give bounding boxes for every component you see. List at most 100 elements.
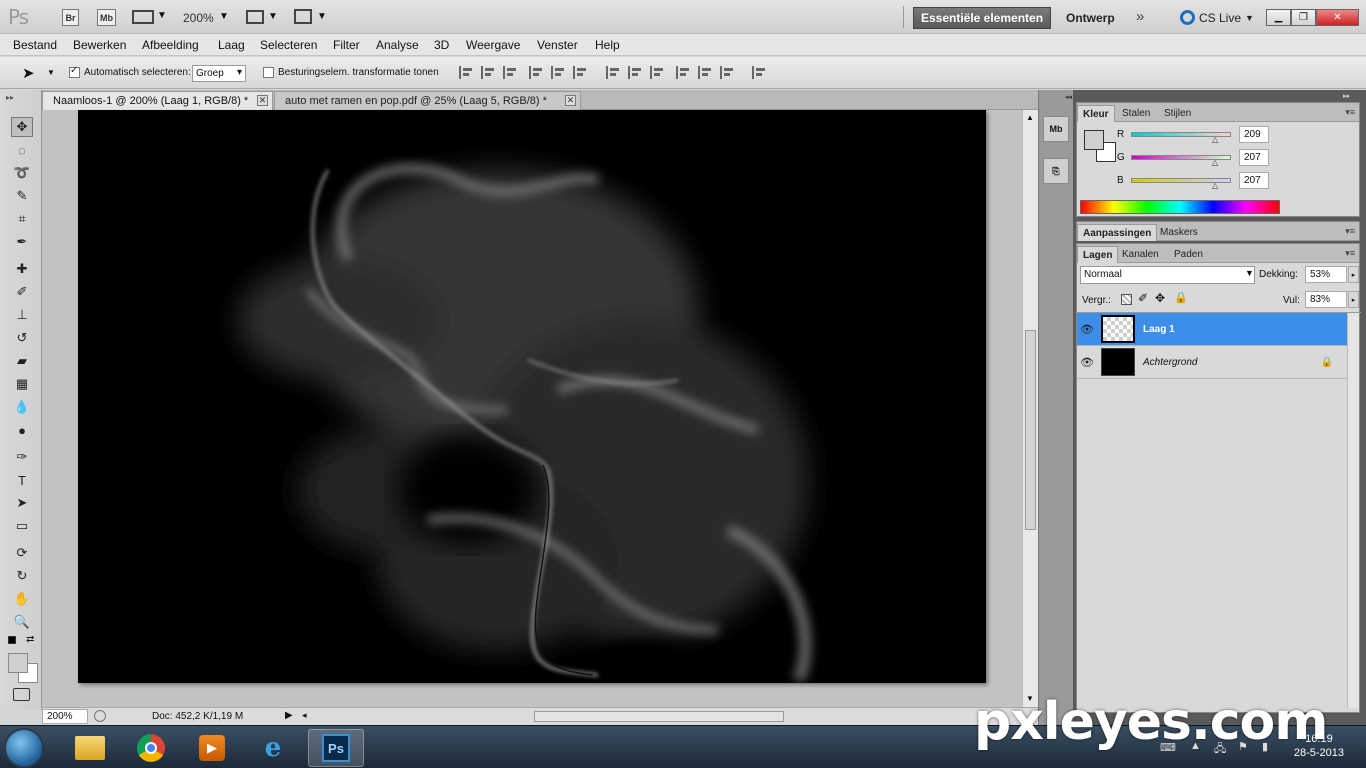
distribute-vcenter-icon[interactable]	[628, 66, 643, 79]
quick-mask-icon[interactable]	[13, 688, 30, 701]
auto-select-dropdown[interactable]: Groep	[192, 65, 246, 82]
mini-bridge-panel-button[interactable]: Mb	[1043, 116, 1069, 142]
brush-tool-icon[interactable]: ✐	[11, 282, 33, 302]
chevron-down-icon[interactable]: ▼	[47, 68, 55, 77]
scroll-thumb[interactable]	[1025, 330, 1036, 530]
chevron-down-icon[interactable]: ▼	[157, 10, 167, 21]
dodge-tool-icon[interactable]: ●	[11, 420, 33, 440]
zoom-field[interactable]: 200%	[42, 709, 88, 724]
explorer-taskbar-icon[interactable]	[62, 729, 118, 767]
layer-row-laag-1[interactable]: 👁 Laag 1	[1077, 313, 1347, 346]
fill-field[interactable]: 83%	[1305, 291, 1347, 308]
auto-select-checkbox[interactable]	[69, 65, 80, 78]
view-extras-icon[interactable]	[132, 10, 154, 24]
align-left-icon[interactable]	[529, 66, 544, 79]
status-info-icon[interactable]	[94, 710, 106, 722]
menu-filter[interactable]: Filter	[333, 38, 360, 52]
collapse-icon[interactable]: ▸▸	[6, 93, 14, 102]
menu-file[interactable]: Bestand	[13, 38, 57, 52]
ie-taskbar-icon[interactable]: e	[245, 729, 301, 767]
lock-all-icon[interactable]: 🔒	[1174, 291, 1188, 304]
tab-naamloos-1[interactable]: Naamloos-1 @ 200% (Laag 1, RGB/8) * ✕	[42, 91, 273, 110]
blend-mode-select[interactable]: Normaal	[1080, 266, 1255, 284]
lock-pixels-icon[interactable]: ✐	[1138, 291, 1148, 305]
opacity-field[interactable]: 53%	[1305, 266, 1347, 283]
layer-row-achtergrond[interactable]: 👁 Achtergrond 🔒	[1077, 346, 1347, 379]
panel-menu-icon[interactable]: ▾≡	[1345, 248, 1355, 259]
close-icon[interactable]: ✕	[257, 95, 268, 106]
quick-selection-tool-icon[interactable]: ✎	[11, 186, 33, 206]
history-brush-tool-icon[interactable]: ↺	[11, 328, 33, 348]
scroll-left-icon[interactable]: ◂	[302, 710, 307, 721]
workspace-design-button[interactable]: Ontwerp	[1066, 11, 1115, 25]
blur-tool-icon[interactable]: 💧	[11, 397, 33, 417]
menu-edit[interactable]: Bewerken	[73, 38, 126, 52]
menu-3d[interactable]: 3D	[434, 38, 449, 52]
tab-paden[interactable]: Paden	[1169, 246, 1208, 263]
color-spectrum[interactable]	[1080, 200, 1280, 214]
mini-bridge-button[interactable]: Mb	[97, 9, 116, 26]
color-fg-swatch[interactable]	[1084, 130, 1104, 150]
chrome-taskbar-icon[interactable]	[123, 729, 179, 767]
distribute-top-icon[interactable]	[606, 66, 621, 79]
menu-analysis[interactable]: Analyse	[376, 38, 419, 52]
transform-controls-checkbox[interactable]	[263, 67, 274, 78]
history-panel-icon[interactable]: ⎘	[1043, 158, 1069, 184]
workspace-essentials-button[interactable]: Essentiële elementen	[913, 7, 1051, 29]
tab-lagen[interactable]: Lagen	[1077, 246, 1119, 263]
tab-auto-met-ramen[interactable]: auto met ramen en pop.pdf @ 25% (Laag 5,…	[274, 91, 581, 110]
chevron-down-icon[interactable]: ▼	[317, 11, 327, 22]
tab-stalen[interactable]: Stalen	[1117, 105, 1155, 122]
expand-icon[interactable]: ◂◂	[1065, 93, 1072, 101]
start-button[interactable]	[4, 728, 44, 768]
swap-colors-icon[interactable]: ⇄	[26, 634, 34, 645]
panel-menu-icon[interactable]: ▾≡	[1345, 107, 1355, 118]
arrange-documents-icon[interactable]	[246, 10, 264, 24]
red-slider-knob-icon[interactable]: △	[1212, 135, 1218, 144]
menu-view[interactable]: Weergave	[466, 38, 520, 52]
media-player-taskbar-icon[interactable]: ▶	[184, 729, 240, 767]
gradient-tool-icon[interactable]: ▦	[11, 374, 33, 394]
eraser-tool-icon[interactable]: ▰	[11, 351, 33, 371]
close-icon[interactable]: ✕	[565, 95, 576, 106]
pen-tool-icon[interactable]: ✑	[11, 447, 33, 467]
document-canvas[interactable]	[78, 110, 986, 683]
chevron-down-icon[interactable]: ▼	[268, 11, 278, 22]
restore-button[interactable]: ❐	[1291, 9, 1316, 26]
auto-align-icon[interactable]	[752, 66, 767, 79]
lock-transparency-icon[interactable]	[1121, 294, 1132, 305]
menu-layer[interactable]: Laag	[218, 38, 245, 52]
tab-maskers[interactable]: Maskers	[1155, 224, 1203, 241]
visibility-eye-icon[interactable]: 👁	[1077, 356, 1097, 369]
auto-select-option[interactable]: Automatisch selecteren:	[69, 65, 191, 78]
opacity-arrow-icon[interactable]: ▸	[1348, 266, 1359, 283]
align-hcenter-icon[interactable]	[551, 66, 566, 79]
layers-scrollbar[interactable]	[1347, 313, 1359, 708]
distribute-hcenter-icon[interactable]	[698, 66, 713, 79]
green-slider-knob-icon[interactable]: △	[1212, 158, 1218, 167]
align-bottom-icon[interactable]	[503, 66, 518, 79]
zoom-tool-icon[interactable]: 🔍	[11, 612, 33, 632]
visibility-eye-icon[interactable]: 👁	[1077, 323, 1097, 336]
tab-aanpassingen[interactable]: Aanpassingen	[1077, 224, 1158, 241]
tab-kleur[interactable]: Kleur	[1077, 105, 1115, 122]
move-tool-preset-icon[interactable]: ➤	[22, 64, 35, 82]
eyedropper-tool-icon[interactable]: ✒	[11, 232, 33, 252]
horizontal-scroll-thumb[interactable]	[534, 711, 784, 722]
chevron-down-icon[interactable]: ▼	[219, 11, 229, 22]
foreground-color-swatch[interactable]	[8, 653, 28, 673]
green-value[interactable]: 207	[1239, 148, 1269, 166]
3d-rotate-tool-icon[interactable]: ⟳	[11, 543, 33, 563]
distribute-left-icon[interactable]	[676, 66, 691, 79]
hand-tool-icon[interactable]: ✋	[11, 589, 33, 609]
status-menu-arrow-icon[interactable]: ▶	[285, 710, 293, 721]
tab-stijlen[interactable]: Stijlen	[1159, 105, 1196, 122]
more-workspaces-icon[interactable]: »	[1136, 8, 1144, 25]
vertical-scrollbar[interactable]: ▲ ▼	[1022, 110, 1038, 707]
distribute-bottom-icon[interactable]	[650, 66, 665, 79]
align-right-icon[interactable]	[573, 66, 588, 79]
zoom-level-select[interactable]: 200%	[183, 11, 214, 25]
chevron-down-icon[interactable]: ▼	[1245, 268, 1254, 278]
path-selection-tool-icon[interactable]: ➤	[11, 493, 33, 513]
3d-orbit-tool-icon[interactable]: ↻	[11, 566, 33, 586]
